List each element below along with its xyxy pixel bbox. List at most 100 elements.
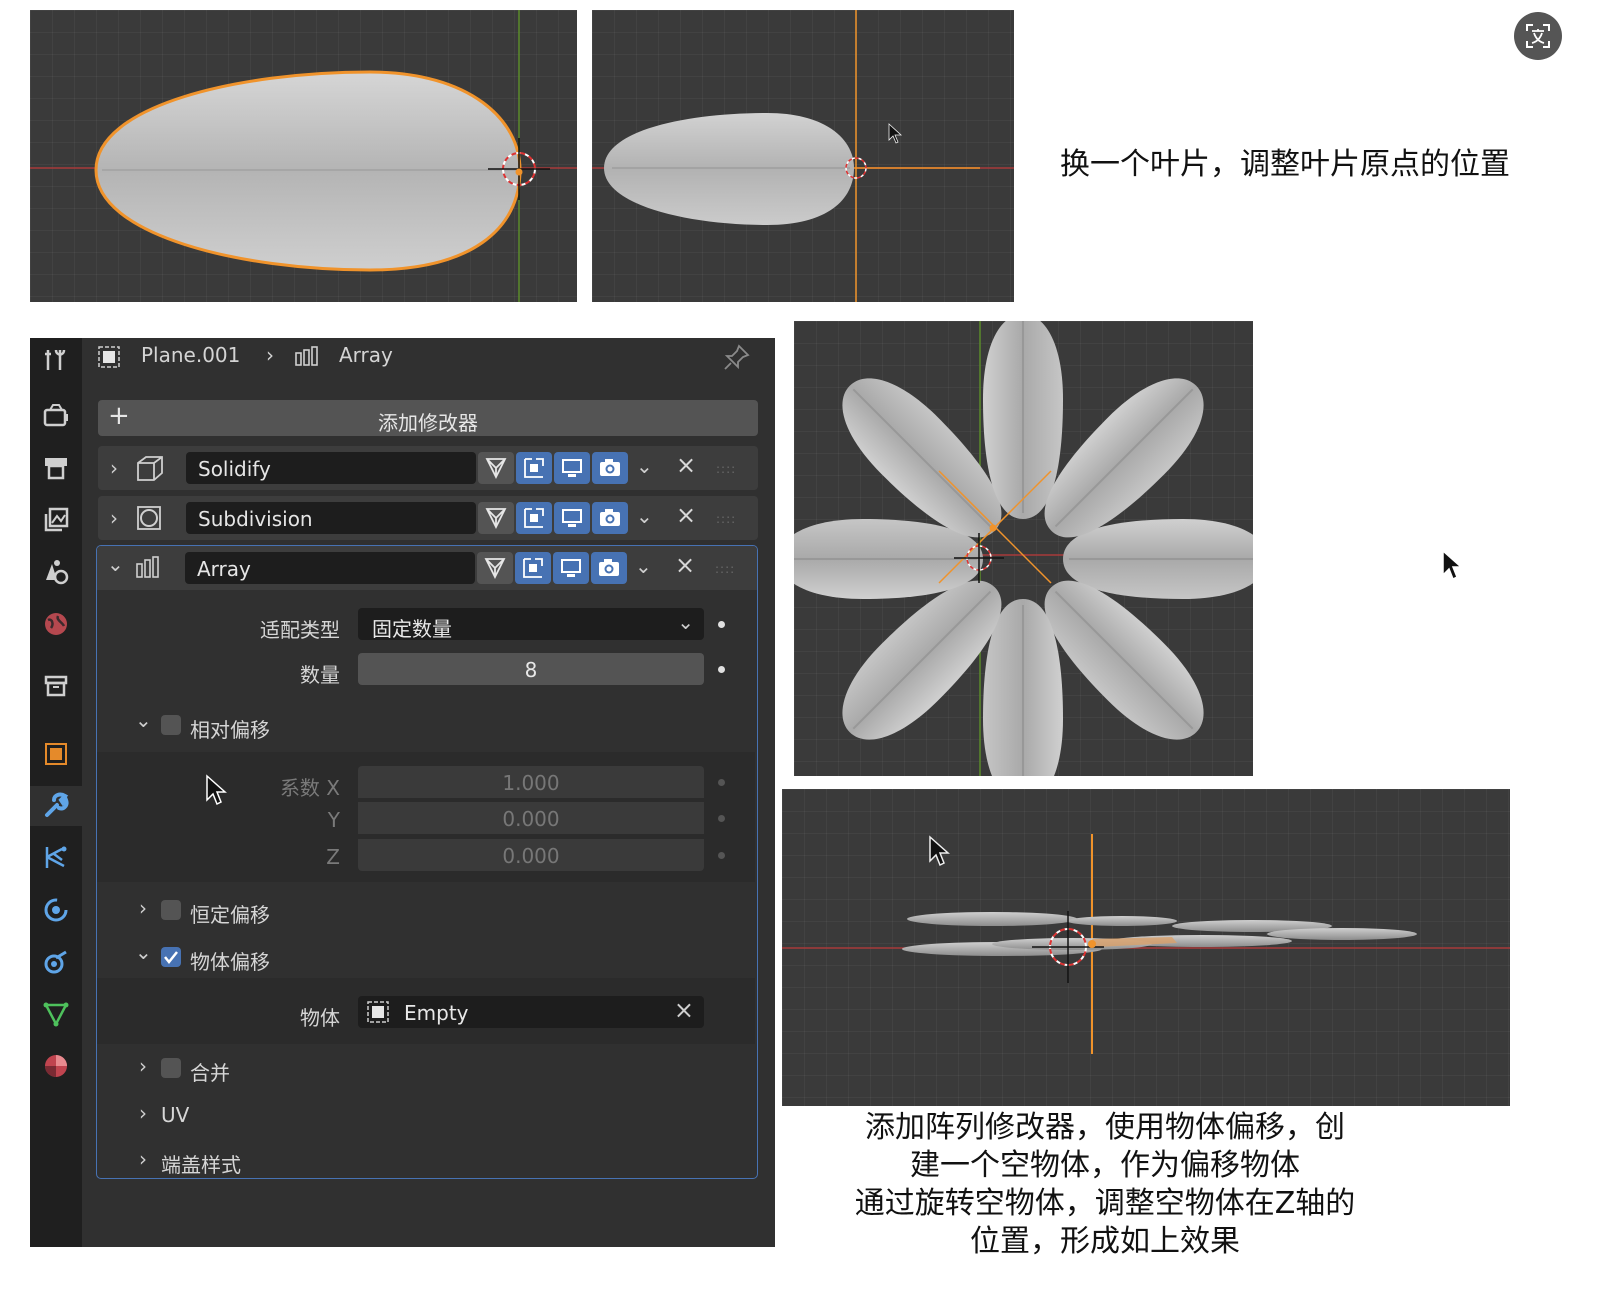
modifier-name-field[interactable]: Array (185, 552, 475, 584)
tab-material[interactable] (36, 1046, 76, 1086)
merge-checkbox[interactable] (161, 1058, 181, 1078)
tab-render[interactable] (36, 396, 76, 436)
keyframe-dot[interactable] (718, 666, 725, 673)
modifier-name-field[interactable]: Solidify (186, 452, 476, 484)
fit-type-select[interactable]: 固定数量 ⌄ (358, 608, 704, 641)
expand-chevron-icon[interactable]: › (139, 1101, 147, 1125)
dropdown-chevron-icon[interactable]: ⌄ (636, 454, 653, 478)
render-icon (43, 408, 67, 427)
tab-tool[interactable] (36, 340, 76, 380)
modifier-name[interactable]: Array (339, 343, 393, 367)
merge-label: 合并 (190, 1061, 230, 1085)
render-toggle[interactable] (592, 502, 628, 534)
tab-scene[interactable] (36, 552, 76, 592)
expand-chevron-icon[interactable]: › (139, 896, 147, 920)
keyframe-dot[interactable] (718, 621, 725, 628)
keyframe-dot[interactable] (718, 779, 725, 786)
factor-x-field[interactable]: 1.000 (358, 766, 704, 798)
caption-bottom-2: 建一个空物体，作为偏移物体 (910, 1148, 1300, 1183)
offset-object-label: 物体 (300, 1006, 340, 1030)
viewport-display-toggle[interactable] (554, 452, 590, 484)
edit-mode-toggle[interactable] (478, 502, 514, 534)
properties-header: Plane.001 › Array (82, 338, 775, 376)
factor-z-field[interactable]: 0.000 (358, 839, 704, 871)
caps-label[interactable]: 端盖样式 (161, 1149, 241, 1178)
constant-offset-label: 恒定偏移 (190, 903, 270, 927)
add-modifier-button[interactable]: + 添加修改器 (98, 400, 758, 436)
tab-physics[interactable] (36, 890, 76, 930)
camera-icon (600, 459, 620, 476)
drag-handle-icon[interactable]: :::: (716, 512, 736, 526)
expand-chevron-icon[interactable]: › (139, 1147, 147, 1171)
modifier-subdivision[interactable]: › Subdivision ⌄ × :::: (98, 496, 758, 540)
viewport-leaf-origin[interactable] (592, 10, 1014, 302)
collapse-chevron-icon[interactable]: ⌄ (135, 708, 152, 732)
on-cage-toggle[interactable] (516, 452, 552, 484)
drag-handle-icon[interactable]: :::: (715, 562, 735, 576)
flower-graphic (794, 321, 1253, 776)
viewport-display-toggle[interactable] (554, 502, 590, 534)
viewport-side-view[interactable] (782, 789, 1510, 1106)
keyframe-dot[interactable] (718, 852, 725, 859)
modifier-name-text: Subdivision (198, 507, 313, 531)
edit-mode-icon (485, 458, 507, 480)
viewport-flower-top[interactable] (794, 321, 1253, 776)
collapse-chevron-icon[interactable]: ⌄ (135, 940, 152, 964)
count-label: 数量 (300, 663, 340, 687)
factor-y-value: 0.000 (502, 807, 560, 831)
dropdown-chevron-icon[interactable]: ⌄ (636, 504, 653, 528)
camera-icon (599, 559, 619, 576)
on-cage-icon (524, 458, 544, 478)
factor-y-field[interactable]: 0.000 (358, 802, 704, 834)
expand-chevron-icon[interactable]: › (139, 1054, 147, 1078)
relative-offset-section: 系数 X 1.000 Y 0.000 Z 0.000 (97, 752, 755, 882)
object-offset-checkbox[interactable] (161, 947, 181, 967)
properties-tab-bar (30, 338, 82, 1247)
modifier-solidify[interactable]: › Solidify ⌄ × :::: (98, 446, 758, 490)
on-cage-toggle[interactable] (516, 502, 552, 534)
viewport-display-toggle[interactable] (553, 552, 589, 584)
tab-collection[interactable] (36, 666, 76, 706)
on-cage-toggle[interactable] (515, 552, 551, 584)
render-toggle[interactable] (591, 552, 627, 584)
tab-view-layer[interactable] (36, 500, 76, 540)
tab-world[interactable] (36, 604, 76, 644)
leaf-origin-graphic (592, 10, 1014, 302)
object-offset-label: 物体偏移 (190, 950, 270, 974)
relative-offset-checkbox[interactable] (161, 715, 181, 735)
expand-chevron-icon[interactable]: › (110, 506, 118, 530)
tab-particles[interactable] (36, 838, 76, 878)
count-field[interactable]: 8 (358, 653, 704, 685)
tab-data[interactable] (36, 994, 76, 1034)
edit-mode-toggle[interactable] (478, 452, 514, 484)
tab-modifiers[interactable] (30, 786, 82, 826)
remove-modifier-icon[interactable]: × (675, 551, 695, 579)
keyframe-dot[interactable] (718, 815, 725, 822)
fit-type-label: 适配类型 (260, 618, 340, 642)
drag-handle-icon[interactable]: :::: (716, 462, 736, 476)
tab-constraints[interactable] (36, 942, 76, 982)
tab-output[interactable] (36, 448, 76, 488)
pin-icon[interactable] (722, 342, 752, 372)
translate-icon[interactable] (1514, 12, 1562, 60)
expand-chevron-icon[interactable]: › (110, 456, 118, 480)
tab-object[interactable] (36, 734, 76, 774)
remove-modifier-icon[interactable]: × (676, 451, 696, 479)
on-cage-icon (523, 558, 543, 578)
render-toggle[interactable] (592, 452, 628, 484)
modifier-name-field[interactable]: Subdivision (186, 502, 476, 534)
dropdown-chevron-icon[interactable]: ⌄ (635, 554, 652, 578)
object-name[interactable]: Plane.001 (141, 343, 240, 367)
on-cage-icon (524, 508, 544, 528)
collapse-chevron-icon[interactable]: ⌄ (107, 552, 124, 576)
tool-icon (45, 349, 66, 370)
clear-field-icon[interactable]: × (674, 996, 694, 1024)
chevron-down-icon: ⌄ (677, 610, 694, 634)
remove-modifier-icon[interactable]: × (676, 501, 696, 529)
edit-mode-toggle[interactable] (477, 552, 513, 584)
offset-object-field[interactable]: Empty × (358, 996, 704, 1028)
modifier-array[interactable]: ⌄ Array ⌄ × :::: (97, 546, 757, 590)
viewport-leaf-selected[interactable] (30, 10, 577, 302)
uv-label[interactable]: UV (161, 1103, 189, 1127)
constant-offset-checkbox[interactable] (161, 900, 181, 920)
